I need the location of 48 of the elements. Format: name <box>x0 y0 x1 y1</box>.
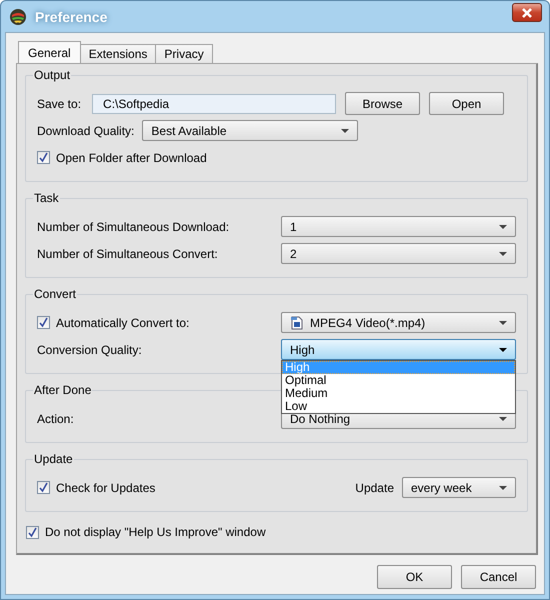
group-title: After Done <box>33 383 92 397</box>
checkbox[interactable] <box>26 526 39 538</box>
dropdown[interactable]: every week <box>402 477 516 498</box>
dialog-button[interactable]: Cancel <box>461 565 536 589</box>
dropdown-arrow-icon <box>499 348 507 352</box>
checkbox-label: Check for Updates <box>56 480 156 494</box>
dropdown[interactable]: 2 <box>281 243 516 264</box>
tab[interactable]: Extensions <box>80 44 156 63</box>
dropdown-arrow-icon <box>341 128 350 132</box>
dropdown-arrow-icon <box>499 486 507 490</box>
field-label: Save to: <box>37 96 82 110</box>
dropdown[interactable]: Best Available <box>142 120 358 141</box>
dropdown-option[interactable]: Optimal <box>282 374 515 387</box>
dropdown-arrow-icon <box>499 416 507 420</box>
dropdown[interactable]: High <box>281 339 516 360</box>
dropdown[interactable]: 1 <box>281 216 516 237</box>
dialog-button[interactable]: OK <box>377 565 452 589</box>
checkbox[interactable] <box>37 151 50 164</box>
field-label: Number of Simultaneous Convert: <box>37 246 219 260</box>
dropdown-arrow-icon <box>499 252 507 256</box>
field-label: Action: <box>37 412 75 426</box>
app-icon <box>9 8 27 26</box>
group-title: Task <box>33 191 60 205</box>
group-title: Update <box>33 452 74 466</box>
tab[interactable]: Privacy <box>155 44 213 63</box>
action-button[interactable]: Browse <box>345 92 420 115</box>
dropdown-arrow-icon <box>499 224 507 228</box>
checkbox-label: Automatically Convert to: <box>56 316 190 330</box>
tab[interactable]: General <box>18 41 81 63</box>
dropdown-option[interactable]: Medium <box>282 387 515 400</box>
window-title: Preference <box>35 8 108 24</box>
checkbox[interactable] <box>37 316 50 329</box>
path-field[interactable]: C:\Softpedia <box>92 94 336 114</box>
close-icon <box>521 8 533 18</box>
field-label: Conversion Quality: <box>37 342 143 356</box>
field-label: Download Quality: <box>37 124 134 138</box>
checkbox-label: Do not display "Help Us Improve" window <box>45 525 266 539</box>
close-button[interactable] <box>512 3 542 22</box>
dropdown[interactable]: MPEG4 Video(*.mp4) <box>281 312 516 333</box>
checkbox[interactable] <box>37 481 50 494</box>
video-file-icon <box>290 316 304 330</box>
field-label: Update <box>355 480 394 494</box>
field-label: Number of Simultaneous Download: <box>37 220 230 234</box>
action-button[interactable]: Open <box>429 92 504 115</box>
checkbox-label: Open Folder after Download <box>56 150 207 164</box>
dropdown-arrow-icon <box>499 320 507 324</box>
group-title: Output <box>33 68 72 82</box>
group-title: Convert <box>33 287 78 301</box>
